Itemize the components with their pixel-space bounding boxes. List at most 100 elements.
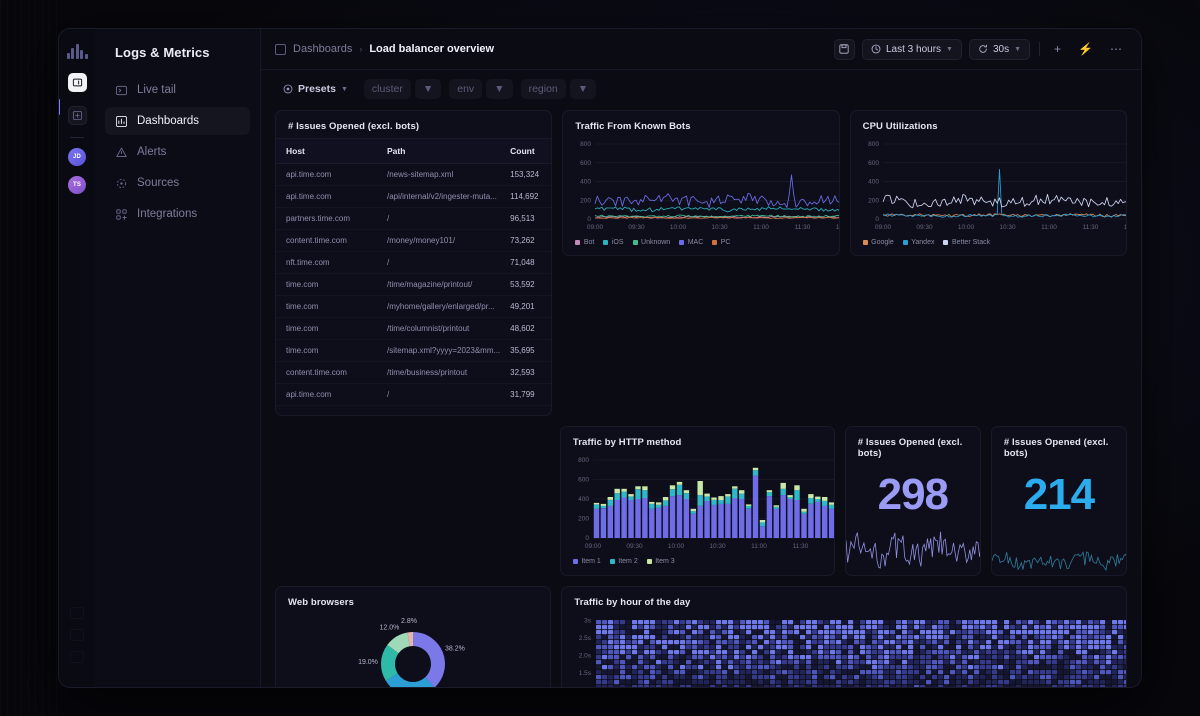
legend-item[interactable]: Item 1 [573, 558, 601, 565]
presets-button[interactable]: Presets ▼ [275, 79, 356, 99]
time-range-picker[interactable]: Last 3 hours ▼ [862, 39, 962, 60]
chart-traffic-by-hour[interactable]: 3s2.5s2.0s1.5s0JanMarMayJulSepNovNov [572, 616, 1116, 688]
more-options-button[interactable]: ⋯ [1105, 42, 1127, 56]
breadcrumb-root[interactable]: Dashboards [293, 43, 352, 55]
filter-env-label[interactable]: env [449, 79, 482, 99]
bolt-icon[interactable]: ⚡ [1073, 42, 1098, 56]
filter-cluster[interactable]: cluster ▼ [364, 79, 441, 99]
legend-item[interactable]: Google [863, 239, 894, 246]
legend-item[interactable]: Yandex [903, 239, 935, 246]
filter-env[interactable]: env ▼ [449, 79, 512, 99]
chart-traffic-from-known-bots[interactable]: 020040060080009:0009:3010:0010:3011:0011… [573, 140, 828, 235]
save-button[interactable] [834, 39, 855, 60]
add-panel-button[interactable]: + [1049, 42, 1066, 56]
cell-path: /money/money101/ [377, 230, 500, 252]
brand-title: Logs & Metrics [95, 29, 260, 60]
svg-text:12:00: 12:00 [834, 543, 835, 550]
column-header-count[interactable]: Count [500, 139, 551, 164]
filter-cluster-label[interactable]: cluster [364, 79, 411, 99]
legend-item[interactable]: PC [712, 239, 730, 246]
sidebar-item-dashboards[interactable]: Dashboards [105, 107, 250, 135]
svg-text:2.0s: 2.0s [579, 653, 592, 660]
main-content: Dashboards › Load balancer overview Last… [261, 29, 1141, 688]
svg-text:600: 600 [868, 160, 879, 167]
table-header-row: Host Path Count [276, 139, 551, 164]
table-body: api.time.com/news-sitemap.xml153,324api.… [276, 164, 551, 406]
cell-path: /myhome/gallery/enlarged/pr... [377, 296, 500, 318]
presets-icon [283, 84, 293, 94]
table-row[interactable]: api.time.com/api/internal/v2/ingester-mu… [276, 186, 551, 208]
svg-text:10:30: 10:30 [712, 224, 729, 231]
table-row[interactable]: partners.time.com/96,513 [276, 208, 551, 230]
column-header-path[interactable]: Path [377, 139, 500, 164]
puzzle-icon [115, 208, 128, 221]
legend-label: Item 1 [581, 558, 600, 565]
warning-triangle-icon [115, 146, 128, 159]
dashboard-row-2: Traffic by HTTP method 020040060080009:0… [275, 426, 1127, 576]
svg-text:400: 400 [578, 496, 589, 503]
table-row[interactable]: api.time.com/news-sitemap.xml153,324 [276, 164, 551, 186]
chart-traffic-by-http-method[interactable]: 020040060080009:0009:3010:0010:3011:0011… [571, 456, 824, 554]
cell-count: 48,602 [500, 318, 551, 340]
refresh-interval-label: 30s [993, 44, 1009, 55]
svg-text:200: 200 [868, 197, 879, 204]
add-new-button[interactable] [68, 106, 87, 125]
table-row[interactable]: content.time.com/time/business/printout3… [276, 362, 551, 384]
breadcrumb-separator: › [359, 44, 362, 54]
legend-item[interactable]: Better Stack [943, 239, 990, 246]
collapse-sidebar-button[interactable] [68, 73, 87, 92]
cell-host: partners.time.com [276, 208, 377, 230]
avatar[interactable]: TS [68, 176, 86, 194]
table-row[interactable]: api.time.com/31,799 [276, 384, 551, 406]
table-row[interactable]: time.com/time/columnist/printout48,602 [276, 318, 551, 340]
svg-text:19.0%: 19.0% [358, 659, 378, 666]
cell-host: time.com [276, 318, 377, 340]
panel-traffic-from-known-bots: Traffic From Known Bots 020040060080009:… [562, 110, 839, 256]
help-icon[interactable] [70, 607, 84, 619]
filter-region-label[interactable]: region [521, 79, 566, 99]
table-row[interactable]: time.com/time/magazine/printout/53,592 [276, 274, 551, 296]
sidebar: Logs & Metrics Live tail Dashboards [95, 29, 261, 688]
chevron-down-icon[interactable]: ▼ [570, 79, 596, 99]
legend-item[interactable]: MAC [679, 239, 703, 246]
legend-item[interactable]: Unknown [633, 239, 671, 246]
avatar[interactable]: JD [68, 148, 86, 166]
legend-item[interactable]: Item 2 [610, 558, 638, 565]
table-row[interactable]: time.com/myhome/gallery/enlarged/pr...49… [276, 296, 551, 318]
sidebar-item-live-tail[interactable]: Live tail [105, 76, 250, 104]
sidebar-item-integrations[interactable]: Integrations [105, 200, 250, 228]
legend-swatch [679, 240, 684, 245]
panel-stat-left: # Issues Opened (excl. bots) 298 [845, 426, 981, 576]
chart-web-browsers[interactable]: 38.2%28.0%19.0%12.0%2.8% [276, 606, 550, 688]
svg-text:09:30: 09:30 [629, 224, 646, 231]
filter-region[interactable]: region ▼ [521, 79, 597, 99]
profile-icon[interactable] [70, 651, 84, 663]
table-row[interactable]: time.com/sitemap.xml?yyyy=2023&mm...35,6… [276, 340, 551, 362]
svg-text:09:00: 09:00 [585, 543, 602, 550]
legend-swatch [903, 240, 908, 245]
dashboard-icon [275, 44, 286, 55]
svg-text:11:00: 11:00 [1041, 224, 1057, 231]
svg-text:38.2%: 38.2% [445, 645, 465, 652]
table-row[interactable]: nft.time.com/71,048 [276, 252, 551, 274]
stat-value: 214 [992, 473, 1126, 517]
refresh-interval-picker[interactable]: 30s ▼ [969, 39, 1030, 60]
sidebar-item-sources[interactable]: Sources [105, 169, 250, 197]
svg-text:1.5s: 1.5s [579, 670, 592, 677]
svg-text:11:30: 11:30 [1082, 224, 1098, 231]
chevron-down-icon[interactable]: ▼ [415, 79, 441, 99]
rail-bottom-icons [59, 597, 95, 673]
cell-count: 31,799 [500, 384, 551, 406]
legend-item[interactable]: Item 3 [647, 558, 675, 565]
sidebar-item-alerts[interactable]: Alerts [105, 138, 250, 166]
legend-label: iOS [612, 239, 624, 246]
legend-item[interactable]: Bot [575, 239, 594, 246]
chevron-down-icon[interactable]: ▼ [486, 79, 512, 99]
table-row[interactable]: content.time.com/money/money101/73,262 [276, 230, 551, 252]
cell-host: content.time.com [276, 230, 377, 252]
column-header-host[interactable]: Host [276, 139, 377, 164]
settings-icon[interactable] [70, 629, 84, 641]
legend-item[interactable]: iOS [603, 239, 623, 246]
chart-cpu-utilizations[interactable]: 020040060080009:0009:3010:0010:3011:0011… [861, 140, 1116, 235]
nodes-icon [115, 177, 128, 190]
